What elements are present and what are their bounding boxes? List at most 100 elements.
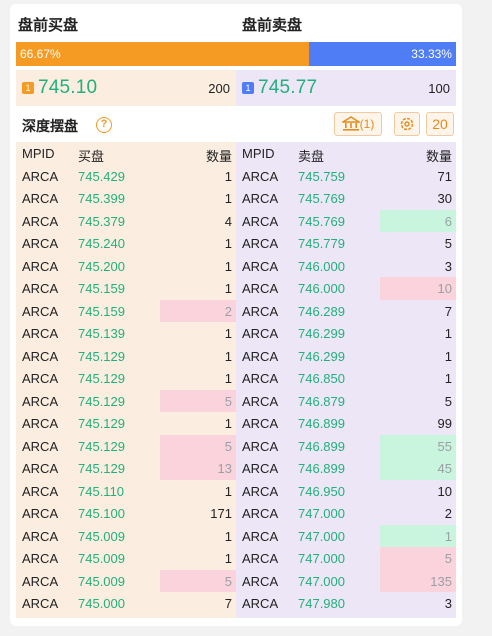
best-bid-price: 745.10 <box>38 77 98 98</box>
ask-row[interactable]: ARCA 745.779 5 <box>236 232 456 255</box>
qty-cell: 1 <box>444 326 452 341</box>
qty-cell: 5 <box>444 393 452 409</box>
price-cell: 746.299 <box>298 326 345 341</box>
mpid-cell: ARCA <box>22 573 59 589</box>
price-cell: 747.980 <box>298 596 345 611</box>
settings-button[interactable] <box>394 112 420 136</box>
best-ask[interactable]: 1 745.77 100 <box>236 70 456 106</box>
bid-row[interactable]: ARCA 745.159 1 <box>16 277 236 300</box>
bid-row[interactable]: ARCA 745.379 4 <box>16 210 236 233</box>
buy-ratio-segment: 66.67% <box>16 42 310 66</box>
bid-title: 盘前买盘 <box>18 16 79 34</box>
ask-row[interactable]: ARCA 746.299 1 <box>236 322 456 345</box>
mpid-cell: ARCA <box>242 258 279 274</box>
bid-row[interactable]: ARCA 745.399 1 <box>16 187 236 210</box>
mpid-cell: ARCA <box>22 528 59 544</box>
ask-row[interactable]: ARCA 746.950 10 <box>236 480 456 503</box>
ask-row[interactable]: ARCA 746.289 7 <box>236 300 456 323</box>
buy-sell-ratio-bar: 66.67% 33.33% <box>16 42 456 66</box>
bid-row[interactable]: ARCA 745.009 5 <box>16 569 236 592</box>
bid-row[interactable]: ARCA 745.100 171 <box>16 502 236 525</box>
bid-row[interactable]: ARCA 745.000 7 <box>16 592 236 615</box>
premarket-titles: 盘前买盘 盘前卖盘 <box>16 14 456 38</box>
ask-row[interactable]: ARCA 746.899 45 <box>236 457 456 480</box>
bid-row[interactable]: ARCA 745.129 5 <box>16 434 236 457</box>
bid-row[interactable]: ARCA 745.009 1 <box>16 525 236 548</box>
price-cell: 745.769 <box>298 191 345 206</box>
qty-cell: 2 <box>224 303 232 319</box>
bid-row[interactable]: ARCA 745.129 13 <box>16 457 236 480</box>
best-bid[interactable]: 1 745.10 200 <box>16 70 236 106</box>
ask-row[interactable]: ARCA 747.980 3 <box>236 592 456 615</box>
mpid-cell: ARCA <box>242 573 279 589</box>
price-cell: 745.779 <box>298 236 345 251</box>
ask-row[interactable]: ARCA 746.899 99 <box>236 412 456 435</box>
price-cell: 745.009 <box>78 573 125 589</box>
bank-filter-button[interactable]: (1) <box>334 112 382 136</box>
bid-row[interactable]: ARCA 745.240 1 <box>16 232 236 255</box>
qty-cell: 171 <box>210 506 232 521</box>
mpid-cell: ARCA <box>242 281 279 296</box>
mpid-cell: ARCA <box>22 236 59 251</box>
qty-cell: 10 <box>437 281 452 296</box>
mpid-cell: ARCA <box>22 596 59 611</box>
qty-cell: 1 <box>444 348 452 364</box>
qty-cell: 1 <box>224 236 232 251</box>
bid-row[interactable]: ARCA 745.129 5 <box>16 389 236 412</box>
price-cell: 745.129 <box>78 461 125 476</box>
bid-row[interactable]: ARCA 745.129 1 <box>16 412 236 435</box>
price-cell: 745.129 <box>78 416 125 431</box>
bid-row[interactable]: ARCA 745.139 1 <box>16 322 236 345</box>
bid-row[interactable]: ARCA 745.009 1 <box>16 547 236 570</box>
order-book-panel: 盘前买盘 盘前卖盘 66.67% 33.33% 1 745.10 200 1 7… <box>10 4 462 626</box>
mpid-cell: ARCA <box>242 326 279 341</box>
ask-row[interactable]: ARCA 746.899 55 <box>236 434 456 457</box>
bid-row[interactable]: ARCA 745.200 1 <box>16 255 236 278</box>
mpid-cell: ARCA <box>242 551 279 566</box>
ask-row[interactable]: ARCA 747.000 135 <box>236 569 456 592</box>
price-cell: 745.009 <box>78 551 125 566</box>
ask-row[interactable]: ARCA 746.879 5 <box>236 390 456 413</box>
qty-cell: 13 <box>217 461 232 476</box>
ask-row[interactable]: ARCA 746.850 1 <box>236 367 456 390</box>
mpid-cell: ARCA <box>242 528 279 544</box>
qty-cell: 4 <box>224 213 232 229</box>
price-cell: 745.240 <box>78 236 125 251</box>
mpid-cell: ARCA <box>22 506 59 521</box>
bank-count: (1) <box>359 117 375 131</box>
ask-row[interactable]: ARCA 747.000 1 <box>236 524 456 547</box>
price-cell: 745.399 <box>78 191 125 206</box>
qty-cell: 5 <box>224 393 232 409</box>
ask-row[interactable]: ARCA 747.000 2 <box>236 502 456 525</box>
mpid-cell: ARCA <box>242 461 279 476</box>
bid-row[interactable]: ARCA 745.129 1 <box>16 367 236 390</box>
price-cell: 747.000 <box>298 506 345 521</box>
ask-row[interactable]: ARCA 746.000 3 <box>236 255 456 278</box>
help-icon[interactable]: ? <box>96 117 112 133</box>
depth-header: 深度摆盘 ? (1) 20 <box>16 110 456 140</box>
qty-header: 数量 <box>425 149 452 164</box>
mpid-cell: ARCA <box>22 371 59 386</box>
ask-row[interactable]: ARCA 745.759 71 <box>236 165 456 188</box>
bid-row[interactable]: ARCA 745.110 1 <box>16 480 236 503</box>
qty-cell: 1 <box>224 483 232 499</box>
ask-row[interactable]: ARCA 745.769 30 <box>236 187 456 210</box>
qty-cell: 6 <box>444 213 452 229</box>
mpid-cell: ARCA <box>22 281 59 296</box>
depth-level-button[interactable]: 20 <box>426 112 454 136</box>
qty-cell: 5 <box>444 551 452 566</box>
mpid-cell: ARCA <box>22 348 59 364</box>
ask-row[interactable]: ARCA 746.000 10 <box>236 277 456 300</box>
mpid-cell: ARCA <box>242 506 279 521</box>
ask-title: 盘前卖盘 <box>242 16 303 34</box>
bid-row[interactable]: ARCA 745.429 1 <box>16 165 236 188</box>
bid-row[interactable]: ARCA 745.159 2 <box>16 299 236 322</box>
bid-row[interactable]: ARCA 745.129 1 <box>16 345 236 368</box>
ask-row[interactable]: ARCA 745.769 6 <box>236 209 456 232</box>
ask-row[interactable]: ARCA 746.299 1 <box>236 345 456 368</box>
qty-cell: 1 <box>224 326 232 341</box>
ask-row[interactable]: ARCA 747.000 5 <box>236 547 456 570</box>
bid-price-header: 买盘 <box>78 149 105 164</box>
price-cell: 746.899 <box>298 416 345 431</box>
mpid-cell: ARCA <box>242 416 279 431</box>
